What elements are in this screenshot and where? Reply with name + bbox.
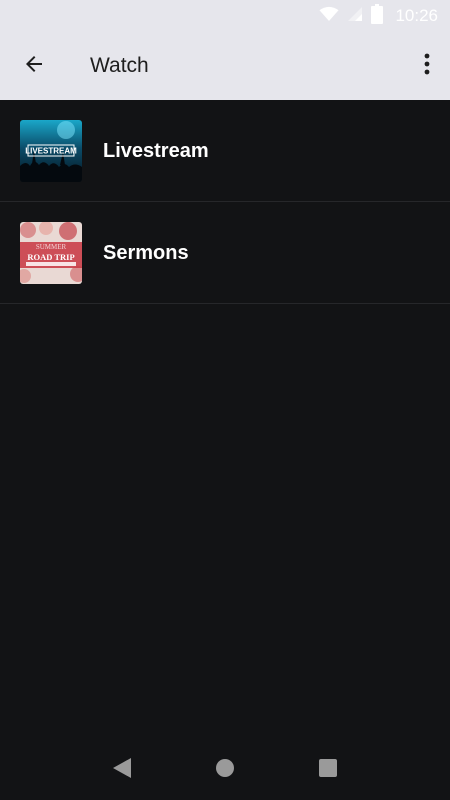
status-icons: 10:26 xyxy=(319,0,438,32)
status-time: 10:26 xyxy=(395,6,438,25)
nav-back-icon xyxy=(112,757,132,784)
livestream-thumbnail: LIVESTREAM xyxy=(20,120,82,182)
list-item-label: Livestream xyxy=(103,139,209,162)
overflow-menu-button[interactable] xyxy=(412,46,442,86)
livestream-thumb-text: LIVESTREAM xyxy=(25,147,77,156)
battery-icon xyxy=(371,3,384,29)
watch-list: LIVESTREAM Livestream SUMMER ROAD TRIP S… xyxy=(0,100,450,304)
app-bar: Watch xyxy=(0,32,450,100)
sermon-thumb-text: ROAD TRIP xyxy=(27,252,74,262)
list-item-sermons[interactable]: SUMMER ROAD TRIP Sermons xyxy=(0,202,450,304)
nav-recents-button[interactable] xyxy=(306,748,350,792)
nav-home-icon xyxy=(215,758,235,783)
list-item-label: Sermons xyxy=(103,241,189,264)
nav-recents-icon xyxy=(318,758,338,783)
list-item-livestream[interactable]: LIVESTREAM Livestream xyxy=(0,100,450,202)
wifi-icon xyxy=(319,6,339,27)
nav-home-button[interactable] xyxy=(203,748,247,792)
system-nav-bar xyxy=(0,740,450,800)
watch-screen: 10:26 Watch LIVESTREAM Livestream SUMMER… xyxy=(0,0,450,800)
page-title: Watch xyxy=(90,54,149,77)
cell-signal-icon xyxy=(347,6,363,27)
status-bar: 10:26 xyxy=(0,0,450,32)
back-button[interactable] xyxy=(14,46,54,86)
nav-back-button[interactable] xyxy=(100,748,144,792)
sermon-series-thumbnail: SUMMER ROAD TRIP xyxy=(20,222,82,284)
svg-text:SUMMER: SUMMER xyxy=(36,243,67,251)
arrow-back-icon xyxy=(22,52,46,81)
more-vert-icon xyxy=(424,53,430,80)
